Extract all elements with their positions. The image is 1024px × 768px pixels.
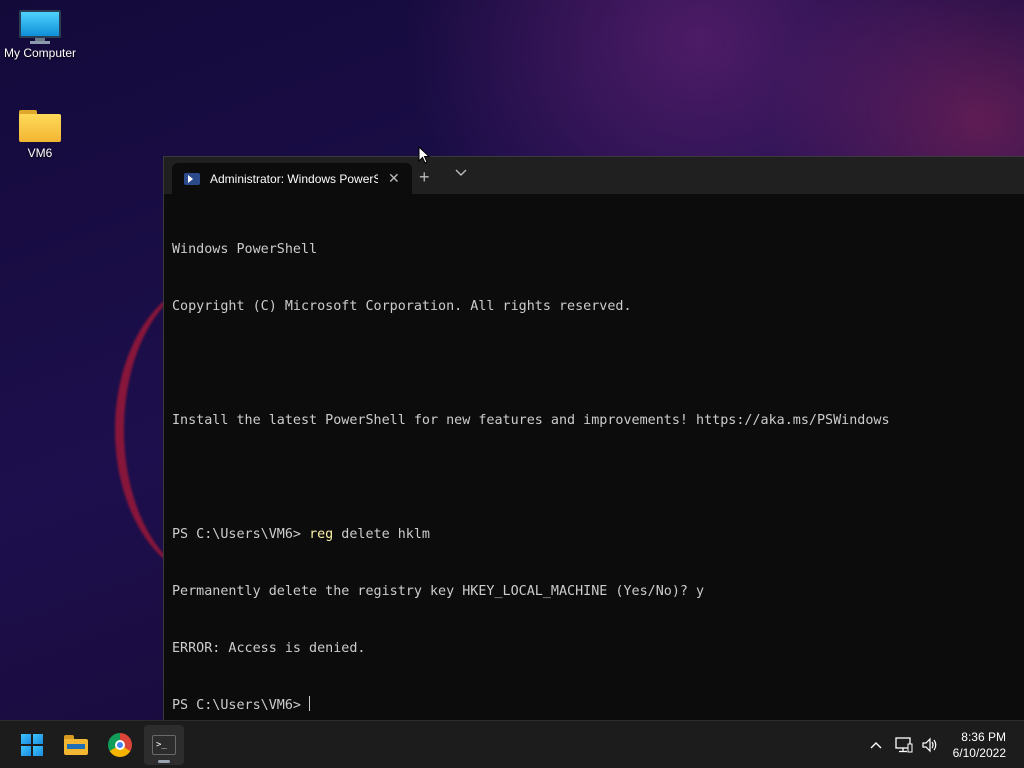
console-line: ERROR: Access is denied. <box>172 641 366 656</box>
terminal-icon: >_ <box>152 735 176 755</box>
prompt: PS C:\Users\VM6> <box>172 527 310 542</box>
chrome-icon <box>108 733 132 757</box>
chevron-down-icon[interactable] <box>454 166 468 180</box>
tab-powershell[interactable]: Administrator: Windows PowerS ✕ <box>172 163 412 194</box>
console-prompt-line: PS C:\Users\VM6> <box>172 696 1024 715</box>
console-line: Copyright (C) Microsoft Corporation. All… <box>172 299 632 314</box>
new-tab-button[interactable]: + <box>419 167 430 188</box>
file-explorer-button[interactable] <box>56 725 96 765</box>
console-command-line: PS C:\Users\VM6> reg delete hklm <box>172 525 1024 544</box>
terminal-window: Administrator: Windows PowerS ✕ + Window… <box>163 156 1024 720</box>
terminal-titlebar[interactable]: Administrator: Windows PowerS ✕ + <box>164 157 1024 194</box>
volume-icon[interactable] <box>920 735 940 755</box>
terminal-taskbar-button[interactable]: >_ <box>144 725 184 765</box>
clock-time: 8:36 PM <box>961 730 1006 744</box>
system-tray <box>866 721 940 768</box>
active-indicator <box>158 760 170 763</box>
clock-date: 6/10/2022 <box>952 746 1006 760</box>
network-icon[interactable] <box>894 735 914 755</box>
text-cursor <box>309 696 311 711</box>
console-line: Windows PowerShell <box>172 242 318 257</box>
chrome-button[interactable] <box>100 725 140 765</box>
console-line: Install the latest PowerShell for new fe… <box>172 413 890 428</box>
start-button[interactable] <box>12 725 52 765</box>
taskbar: >_ 8:36 PM 6/10/2022 <box>0 720 1024 768</box>
command-args: delete hklm <box>333 527 430 542</box>
desktop-icon-label: VM6 <box>27 146 53 160</box>
prompt: PS C:\Users\VM6> <box>172 698 310 713</box>
chevron-up-icon[interactable] <box>866 735 886 755</box>
console-output[interactable]: Windows PowerShell Copyright (C) Microso… <box>164 194 1024 753</box>
console-line: Permanently delete the registry key HKEY… <box>172 584 705 599</box>
close-tab-icon[interactable]: ✕ <box>388 170 400 187</box>
desktop-icon-vm6[interactable]: VM6 <box>0 110 80 160</box>
mouse-pointer-icon <box>418 146 430 164</box>
command-keyword: reg <box>309 527 334 542</box>
tab-title: Administrator: Windows PowerS <box>210 171 378 186</box>
file-explorer-icon <box>64 735 88 755</box>
folder-icon <box>19 110 61 142</box>
clock[interactable]: 8:36 PM 6/10/2022 <box>953 729 1006 761</box>
desktop-icon-my-computer[interactable]: My Computer <box>0 10 80 60</box>
desktop-icon-label: My Computer <box>3 46 77 60</box>
start-icon <box>21 734 43 756</box>
computer-icon <box>19 10 61 44</box>
powershell-icon <box>184 172 200 185</box>
